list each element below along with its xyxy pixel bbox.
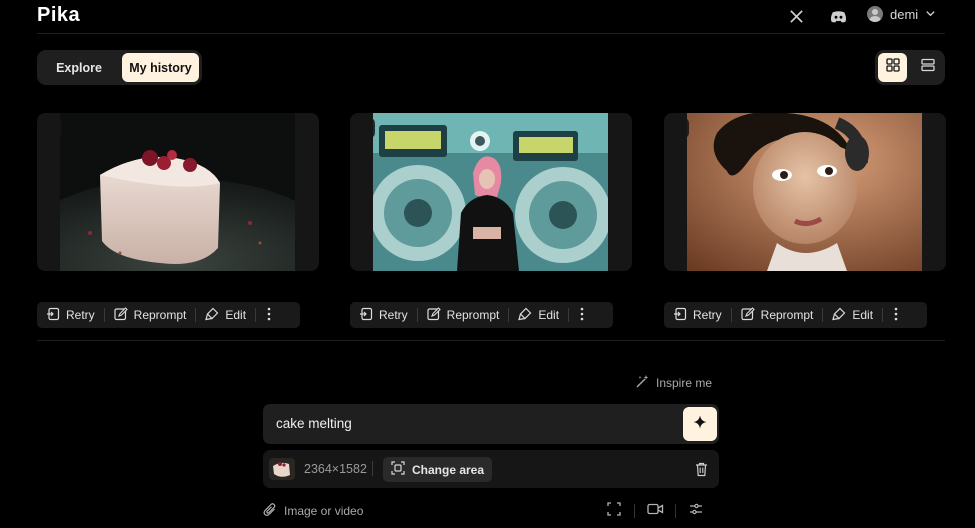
edit-label: Edit xyxy=(225,308,247,322)
divider xyxy=(634,504,635,518)
grid-view-button[interactable] xyxy=(878,53,907,82)
reprompt-label: Reprompt xyxy=(760,308,814,322)
reprompt-button[interactable]: Reprompt xyxy=(418,302,509,328)
frame-corners-icon xyxy=(607,501,621,521)
paperclip-icon xyxy=(263,502,277,520)
reprompt-label: Reprompt xyxy=(133,308,187,322)
header-divider xyxy=(37,33,945,34)
retry-label: Retry xyxy=(379,308,408,322)
more-options-button[interactable] xyxy=(883,302,909,328)
video-camera-icon xyxy=(646,502,664,520)
edit-label: Edit xyxy=(852,308,874,322)
layout-toggle xyxy=(875,50,945,85)
prompt-text[interactable]: cake melting xyxy=(276,416,352,431)
retry-icon xyxy=(46,307,60,324)
sliders-icon xyxy=(689,502,703,521)
card-actions: Retry Reprompt Edit xyxy=(37,302,300,328)
more-vertical-icon xyxy=(580,307,584,324)
video-thumbnail-boombox[interactable] xyxy=(373,113,608,271)
reprompt-button[interactable]: Reprompt xyxy=(732,302,823,328)
inspire-me-button[interactable]: Inspire me xyxy=(635,374,712,392)
more-options-button[interactable] xyxy=(569,302,595,328)
edit-button[interactable]: Edit xyxy=(196,302,255,328)
history-card[interactable] xyxy=(350,113,632,271)
sparkle-icon xyxy=(693,415,707,434)
reprompt-label: Reprompt xyxy=(446,308,500,322)
retry-button[interactable]: Retry xyxy=(37,302,104,328)
user-menu[interactable]: demi xyxy=(867,6,936,22)
generate-button[interactable] xyxy=(683,407,717,441)
prompt-tools xyxy=(604,500,706,522)
magic-wand-icon xyxy=(635,374,650,392)
pencil-square-icon xyxy=(427,306,441,324)
aspect-ratio-button[interactable] xyxy=(604,501,624,521)
divider xyxy=(372,461,373,476)
reprompt-button[interactable]: Reprompt xyxy=(105,302,196,328)
avatar xyxy=(867,6,883,22)
retry-label: Retry xyxy=(66,308,95,322)
retry-icon xyxy=(673,307,687,324)
card-actions: Retry Reprompt Edit xyxy=(350,302,613,328)
change-area-button[interactable]: Change area xyxy=(383,457,493,482)
section-divider xyxy=(37,340,945,341)
view-tabs: Explore My history xyxy=(37,50,202,85)
video-thumbnail-portrait[interactable] xyxy=(687,113,922,271)
card-actions: Retry Reprompt Edit xyxy=(664,302,927,328)
tab-explore[interactable]: Explore xyxy=(40,53,118,82)
pencil-square-icon xyxy=(741,306,755,324)
retry-button[interactable]: Retry xyxy=(664,302,731,328)
attachment-thumbnail[interactable] xyxy=(269,458,295,480)
more-options-button[interactable] xyxy=(256,302,282,328)
more-vertical-icon xyxy=(894,307,898,324)
brush-icon xyxy=(205,307,219,324)
pika-logo[interactable]: Pika xyxy=(37,4,80,27)
divider xyxy=(675,504,676,518)
image-or-video-label: Image or video xyxy=(284,504,364,518)
prompt-input[interactable]: cake melting xyxy=(263,404,719,444)
pencil-square-icon xyxy=(114,306,128,324)
video-thumbnail-cake[interactable] xyxy=(60,113,295,271)
x-logo-icon[interactable] xyxy=(787,7,805,25)
more-vertical-icon xyxy=(267,307,271,324)
attachment-resolution: 2364×1582 xyxy=(304,462,367,476)
discord-icon[interactable] xyxy=(829,7,847,25)
edit-button[interactable]: Edit xyxy=(509,302,568,328)
change-area-label: Change area xyxy=(412,462,485,477)
user-name: demi xyxy=(890,6,919,22)
inspire-me-label: Inspire me xyxy=(656,376,713,390)
chevron-down-icon xyxy=(925,7,936,22)
settings-button[interactable] xyxy=(686,501,706,521)
retry-button[interactable]: Retry xyxy=(350,302,417,328)
tab-my-history[interactable]: My history xyxy=(122,53,199,82)
grid-view-icon xyxy=(885,58,900,77)
edit-button[interactable]: Edit xyxy=(823,302,882,328)
camera-control-button[interactable] xyxy=(645,501,665,521)
list-view-button[interactable] xyxy=(913,53,942,82)
history-card[interactable] xyxy=(664,113,946,271)
add-image-or-video-button[interactable]: Image or video xyxy=(263,500,363,522)
attachment-bar: 2364×1582 Change area xyxy=(263,450,719,488)
retry-icon xyxy=(359,307,373,324)
retry-label: Retry xyxy=(693,308,722,322)
list-view-icon xyxy=(920,58,935,77)
edit-label: Edit xyxy=(538,308,560,322)
brush-icon xyxy=(518,307,532,324)
crop-area-icon xyxy=(391,461,405,478)
history-card[interactable] xyxy=(37,113,319,271)
brush-icon xyxy=(832,307,846,324)
trash-icon[interactable] xyxy=(693,460,709,478)
